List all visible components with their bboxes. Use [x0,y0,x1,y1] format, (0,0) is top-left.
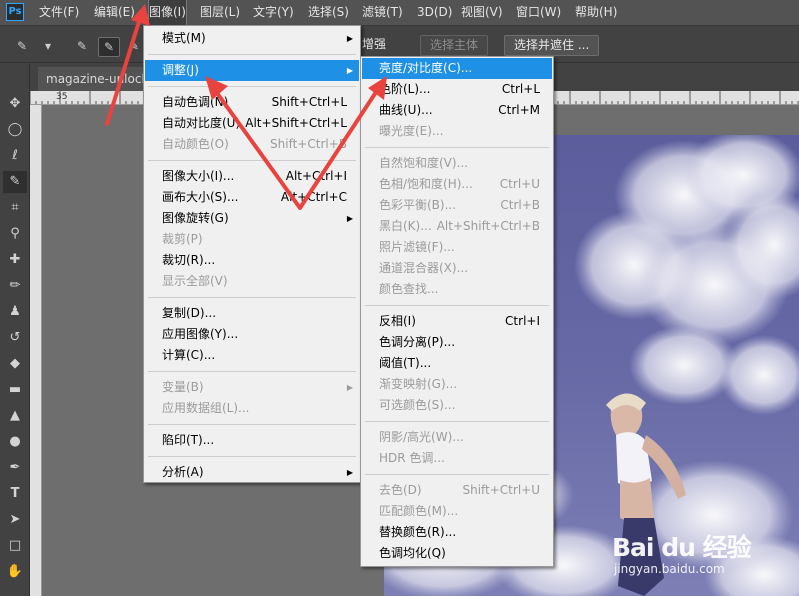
watermark-url: jingyan.baidu.com [614,562,725,576]
arrowhead-adjust-icon [205,76,228,100]
arrow-to-adjust-items [210,84,382,210]
arrow-to-image-menu [105,10,144,126]
arrowhead-image-menu-icon [131,4,150,26]
annotation-arrows [105,4,387,210]
baidu-jingyan-watermark: Bai du 经验 jingyan.baidu.com [612,528,799,590]
watermark-logo: Bai du 经验 [612,533,752,562]
